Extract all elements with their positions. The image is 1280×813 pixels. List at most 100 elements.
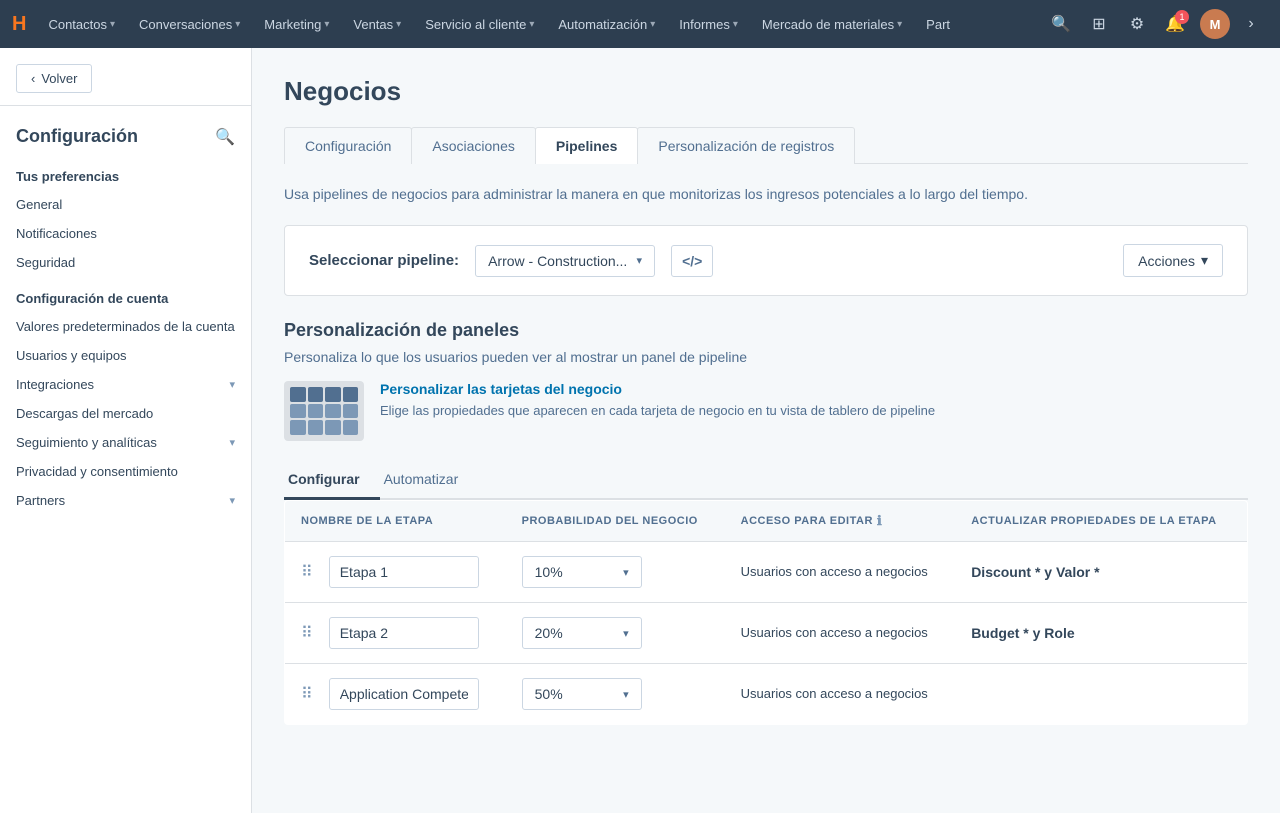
table-row: ⠿ 50% ▾ Usuarios con acceso a negocios	[285, 664, 1248, 725]
sidebar-title: Configuración	[16, 126, 138, 147]
access-text: Usuarios con acceso a negocios	[741, 564, 928, 579]
drag-handle-icon[interactable]: ⠿	[301, 623, 313, 643]
acciones-button[interactable]: Acciones ▾	[1123, 244, 1223, 277]
back-button[interactable]: ‹ Volver	[16, 64, 92, 93]
back-chevron-icon: ‹	[31, 71, 35, 86]
stage-name-cell: ⠿	[285, 542, 506, 603]
sidebar-item-seguimiento[interactable]: Seguimiento y analíticas ▾	[0, 428, 251, 457]
customize-card-text: Personalizar las tarjetas del negocio El…	[380, 381, 935, 421]
expand-nav-button[interactable]: ›	[1234, 7, 1268, 41]
sidebar-item-partners[interactable]: Partners ▾	[0, 486, 251, 515]
sub-tabs: Configurar Automatizar	[284, 461, 1248, 500]
sub-tab-configurar[interactable]: Configurar	[284, 461, 380, 500]
sub-tab-automatizar[interactable]: Automatizar	[380, 461, 479, 500]
col-header-probabilidad: PROBABILIDAD DEL NEGOCIO	[506, 501, 725, 542]
stage-name-input[interactable]	[329, 617, 479, 649]
main-content: Negocios Configuración Asociaciones Pipe…	[252, 48, 1280, 813]
sidebar-section-cuenta: Configuración de cuenta	[0, 277, 251, 312]
search-button[interactable]: 🔍	[1044, 7, 1078, 41]
code-view-button[interactable]: </>	[671, 245, 713, 277]
probability-value: 20%	[535, 625, 563, 641]
stage-access-cell: Usuarios con acceso a negocios	[725, 664, 956, 725]
sidebar-item-usuarios[interactable]: Usuarios y equipos	[0, 341, 251, 370]
nav-part[interactable]: Part	[916, 11, 960, 38]
personalizacion-title: Personalización de paneles	[284, 320, 1248, 341]
probability-value: 50%	[535, 686, 563, 702]
sidebar-item-general[interactable]: General	[0, 190, 251, 219]
table-row: ⠿ 20% ▾ Usuarios con acceso a negocios B…	[285, 603, 1248, 664]
stage-access-cell: Usuarios con acceso a negocios	[725, 542, 956, 603]
user-avatar[interactable]: M	[1200, 9, 1230, 39]
pipelines-description: Usa pipelines de negocios para administr…	[284, 184, 1248, 205]
stage-properties-cell: Budget * y Role	[955, 603, 1247, 664]
probability-chevron-icon: ▾	[623, 566, 629, 579]
stage-properties-cell: Discount * y Valor *	[955, 542, 1247, 603]
col-header-acceso: ACCESO PARA EDITAR ℹ	[725, 501, 956, 542]
apps-button[interactable]: ⊞	[1082, 7, 1116, 41]
sidebar-item-seguridad[interactable]: Seguridad	[0, 248, 251, 277]
seguimiento-chevron-icon: ▾	[229, 436, 235, 449]
nav-servicio[interactable]: Servicio al cliente ▾	[415, 11, 544, 38]
properties-text: Discount * y Valor *	[971, 564, 1099, 580]
tab-configuracion[interactable]: Configuración	[284, 127, 412, 164]
probability-dropdown[interactable]: 50% ▾	[522, 678, 642, 710]
pipeline-selector-label: Seleccionar pipeline:	[309, 252, 459, 269]
sidebar-item-valores[interactable]: Valores predeterminados de la cuenta	[0, 312, 251, 341]
stage-probability-cell: 20% ▾	[506, 603, 725, 664]
probability-dropdown[interactable]: 10% ▾	[522, 556, 642, 588]
acceso-info-icon[interactable]: ℹ	[877, 513, 882, 529]
nav-informes[interactable]: Informes ▾	[669, 11, 748, 38]
nav-contactos-chevron: ▾	[110, 19, 115, 30]
stage-name-input[interactable]	[329, 678, 479, 710]
tab-personalizacion[interactable]: Personalización de registros	[637, 127, 855, 164]
drag-handle-icon[interactable]: ⠿	[301, 562, 313, 582]
notifications-button[interactable]: 🔔 1	[1158, 7, 1192, 41]
stage-name-input[interactable]	[329, 556, 479, 588]
tab-asociaciones[interactable]: Asociaciones	[411, 127, 536, 164]
pipeline-dropdown[interactable]: Arrow - Construction... ▾	[475, 245, 655, 277]
customize-card: Personalizar las tarjetas del negocio El…	[284, 381, 1248, 441]
properties-text: Budget * y Role	[971, 625, 1074, 641]
stage-access-cell: Usuarios con acceso a negocios	[725, 603, 956, 664]
partners-chevron-icon: ▾	[229, 494, 235, 507]
tab-pipelines[interactable]: Pipelines	[535, 127, 638, 164]
stage-name-cell: ⠿	[285, 603, 506, 664]
drag-handle-icon[interactable]: ⠿	[301, 684, 313, 704]
customize-card-subdesc: Elige las propiedades que aparecen en ca…	[380, 401, 935, 421]
probability-dropdown[interactable]: 20% ▾	[522, 617, 642, 649]
sidebar-section-preferences: Tus preferencias	[0, 155, 251, 190]
nav-automatizacion-chevron: ▾	[650, 19, 655, 30]
nav-marketing-chevron: ▾	[324, 19, 329, 30]
probability-chevron-icon: ▾	[623, 627, 629, 640]
sidebar-item-descargas[interactable]: Descargas del mercado	[0, 399, 251, 428]
probability-value: 10%	[535, 564, 563, 580]
nav-automatizacion[interactable]: Automatización ▾	[548, 11, 665, 38]
sidebar-back-section: ‹ Volver	[0, 48, 251, 106]
settings-button[interactable]: ⚙	[1120, 7, 1154, 41]
nav-mercado-chevron: ▾	[897, 19, 902, 30]
layout: ‹ Volver Configuración 🔍 Tus preferencia…	[0, 48, 1280, 813]
sidebar-search-icon[interactable]: 🔍	[215, 127, 235, 147]
nav-marketing[interactable]: Marketing ▾	[254, 11, 339, 38]
access-text: Usuarios con acceso a negocios	[741, 625, 928, 640]
nav-mercado[interactable]: Mercado de materiales ▾	[752, 11, 912, 38]
nav-conversaciones[interactable]: Conversaciones ▾	[129, 11, 250, 38]
sidebar-item-privacidad[interactable]: Privacidad y consentimiento	[0, 457, 251, 486]
customize-card-link[interactable]: Personalizar las tarjetas del negocio	[380, 381, 935, 397]
nav-servicio-chevron: ▾	[529, 19, 534, 30]
pipeline-stages-table: NOMBRE DE LA ETAPA PROBABILIDAD DEL NEGO…	[284, 500, 1248, 725]
sidebar: ‹ Volver Configuración 🔍 Tus preferencia…	[0, 48, 252, 813]
pipeline-dropdown-chevron-icon: ▾	[637, 254, 643, 267]
nav-informes-chevron: ▾	[733, 19, 738, 30]
card-preview-image	[284, 381, 364, 441]
stage-probability-cell: 10% ▾	[506, 542, 725, 603]
acciones-chevron-icon: ▾	[1201, 252, 1208, 269]
nav-ventas[interactable]: Ventas ▾	[343, 11, 411, 38]
sidebar-item-integraciones[interactable]: Integraciones ▾	[0, 370, 251, 399]
probability-chevron-icon: ▾	[623, 688, 629, 701]
nav-contactos[interactable]: Contactos ▾	[38, 11, 125, 38]
sidebar-item-notificaciones[interactable]: Notificaciones	[0, 219, 251, 248]
hubspot-logo[interactable]: H	[12, 13, 26, 36]
pipeline-selected-value: Arrow - Construction...	[488, 253, 627, 269]
integraciones-chevron-icon: ▾	[229, 378, 235, 391]
